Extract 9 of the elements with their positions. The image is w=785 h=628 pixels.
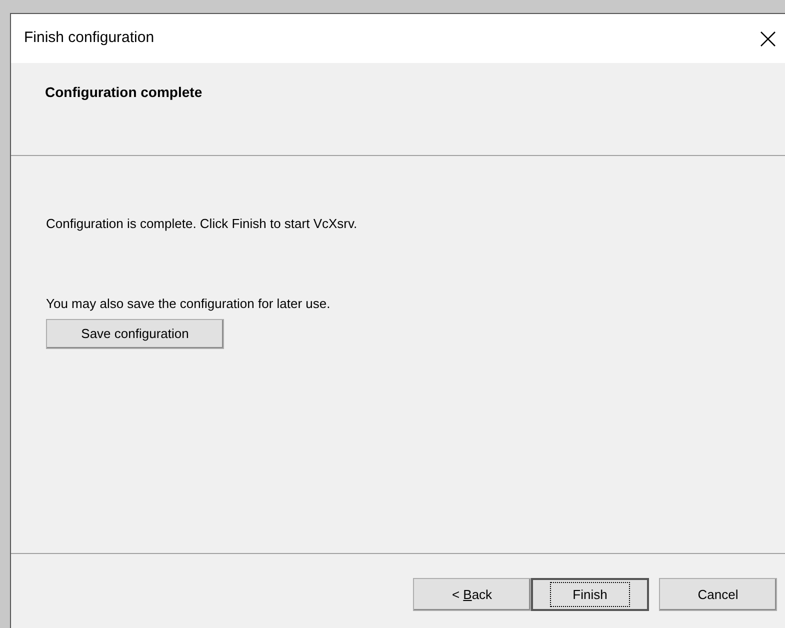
back-button[interactable]: < Back — [413, 578, 531, 611]
message-text: Configuration is complete. Click Finish to start VcXsrv. — [46, 215, 358, 233]
save-hint-text: You may also save the configuration for later use. — [46, 294, 332, 313]
finish-button[interactable]: Finish — [531, 578, 649, 611]
save-configuration-button[interactable]: Save configuration — [46, 319, 224, 349]
page-heading: Configuration complete — [45, 84, 202, 100]
close-icon — [760, 30, 776, 46]
cancel-button[interactable]: Cancel — [659, 578, 777, 611]
window-title: Finish configuration — [24, 28, 154, 48]
